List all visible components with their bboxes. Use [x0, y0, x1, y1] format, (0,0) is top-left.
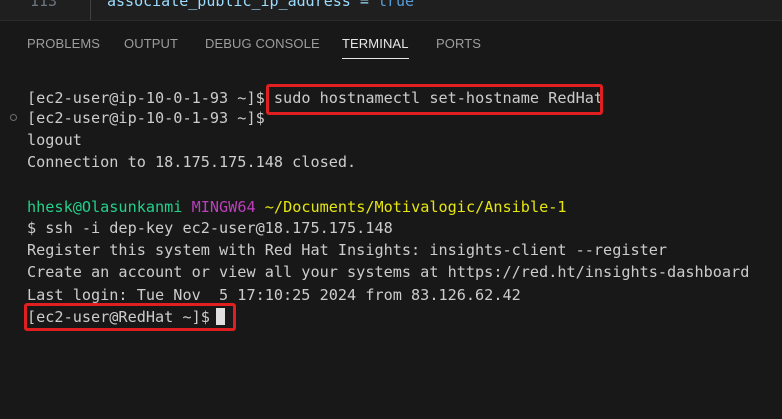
code-value: true	[377, 0, 415, 10]
terminal-line: hhesk@Olasunkanmi MINGW64 ~/Documents/Mo…	[27, 196, 567, 218]
terminal-line: $ ssh -i dep-key ec2-user@18.175.175.148	[27, 219, 393, 237]
tab-ports[interactable]: PORTS	[436, 36, 481, 51]
user-host: hhesk@Olasunkanmi	[27, 198, 183, 216]
terminal-line: Register this system with Red Hat Insigh…	[27, 241, 668, 259]
active-tab-underline	[342, 58, 409, 59]
editor-line-number: 113	[30, 0, 58, 10]
command-decoration-icon[interactable]	[10, 114, 17, 121]
tab-output[interactable]: OUTPUT	[124, 36, 178, 51]
annotation-highlight-prompt	[24, 303, 236, 331]
tab-problems[interactable]: PROBLEMS	[27, 36, 100, 51]
tab-terminal[interactable]: TERMINAL	[342, 36, 409, 59]
annotation-highlight-command	[266, 84, 603, 115]
tab-debug-console[interactable]: DEBUG CONSOLE	[205, 36, 320, 51]
tab-ports-label: PORTS	[436, 36, 482, 51]
tab-output-label: OUTPUT	[124, 36, 179, 51]
tab-debug-console-label: DEBUG CONSOLE	[205, 36, 320, 51]
indent-guide	[90, 0, 91, 20]
working-path: ~/Documents/Motivalogic/Ansible-1	[264, 198, 567, 216]
terminal-prompt: [ec2-user@ip-10-0-1-93 ~]$	[27, 89, 265, 107]
panel-tabs: PROBLEMS OUTPUT DEBUG CONSOLE TERMINAL P…	[0, 21, 782, 67]
terminal-line: logout	[27, 131, 82, 149]
editor-code-line: associate_public_ip_address = true	[107, 0, 414, 10]
terminal-output[interactable]: [ec2-user@ip-10-0-1-93 ~]$ sudo hostname…	[0, 80, 782, 419]
tab-terminal-label: TERMINAL	[342, 36, 409, 51]
code-key: associate_public_ip_address	[107, 0, 351, 10]
editor-remnant: 113 associate_public_ip_address = true	[0, 0, 782, 20]
vscode-panel: 113 associate_public_ip_address = true P…	[0, 0, 782, 419]
terminal-line: Create an account or view all your syste…	[27, 263, 750, 281]
terminal-prompt: [ec2-user@ip-10-0-1-93 ~]$	[27, 109, 265, 127]
terminal-line: Connection to 18.175.175.148 closed.	[27, 153, 357, 171]
tab-problems-label: PROBLEMS	[27, 36, 101, 51]
shell-env: MINGW64	[191, 198, 256, 216]
terminal-line: [ec2-user@ip-10-0-1-93 ~]$	[27, 107, 265, 129]
code-equals: =	[350, 0, 378, 10]
